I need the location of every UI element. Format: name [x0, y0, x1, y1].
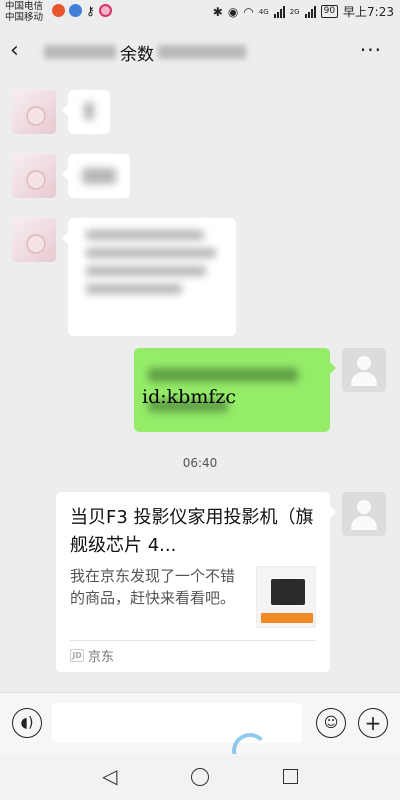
more-options-button[interactable]: ···: [360, 38, 382, 62]
nav-recents-button[interactable]: [283, 769, 298, 784]
jd-logo-icon: JD: [70, 649, 84, 662]
notification-icons: ⚷: [52, 4, 112, 18]
id-overlay-text: id:kbmfzc: [142, 386, 237, 408]
nav-back-button[interactable]: ◁: [102, 764, 117, 788]
message-bubble-blurred[interactable]: [62, 154, 130, 198]
carrier-2: 中国移动: [5, 12, 44, 23]
carrier-info: 中国电信 中国移动: [5, 1, 43, 23]
more-functions-button[interactable]: +: [358, 708, 388, 738]
back-button[interactable]: ‹: [10, 38, 19, 63]
battery-indicator: 90: [320, 5, 339, 18]
blurred-text: [148, 368, 298, 382]
card-description: 我在京东发现了一个不错的商品，赶快来看看吧。: [70, 567, 236, 607]
message-timestamp: 06:40: [182, 456, 218, 470]
nav-home-button[interactable]: [191, 768, 209, 786]
chat-title: 余数: [120, 44, 154, 65]
blurred-text: [86, 266, 206, 276]
card-divider: [70, 640, 316, 641]
chat-title-area: 余数: [44, 40, 246, 65]
blurred-title-part: [158, 45, 246, 59]
voice-button[interactable]: ◖): [12, 708, 42, 738]
voice-icon: ◖): [20, 715, 34, 731]
contact-avatar[interactable]: [12, 154, 56, 198]
blurred-text: [84, 102, 94, 120]
triangle-back-icon: ◁: [102, 764, 118, 788]
chat-header: ‹ 余数 ···: [0, 24, 400, 80]
back-arrow-icon: ‹: [10, 38, 19, 63]
key-icon: ⚷: [86, 4, 95, 18]
emoji-button[interactable]: ☺: [316, 708, 346, 738]
system-nav-bar: ◁: [0, 754, 400, 800]
card-source-label: 京东: [88, 650, 115, 665]
input-bar: ◖) ☺ +: [0, 692, 400, 754]
avatar-body: [351, 372, 377, 386]
bluetooth-icon: ✱: [212, 4, 223, 19]
more-icon: ···: [359, 38, 382, 62]
plus-icon: +: [364, 711, 382, 735]
avatar-head: [357, 500, 371, 514]
projector-image: [271, 579, 305, 605]
card-source: JD 京东: [70, 646, 114, 665]
wifi-icon: ◠: [243, 4, 254, 19]
message-bubble-blurred[interactable]: [62, 90, 110, 134]
network-label-1: 4G: [258, 7, 269, 16]
app-notification-icon: [52, 4, 65, 17]
app-notification-icon: [98, 4, 112, 17]
emoji-icon: ☺: [323, 715, 339, 731]
contact-avatar[interactable]: [12, 218, 56, 262]
message-bubble-blurred[interactable]: [62, 218, 236, 336]
blurred-text: [82, 168, 116, 184]
self-avatar[interactable]: [342, 492, 386, 536]
eye-icon: ◉: [227, 4, 239, 19]
blurred-title-part: [44, 45, 116, 59]
system-status: ✱ ◉ ◠ 4G 2G 90 早上7:23: [213, 3, 394, 20]
card-title: 当贝F3 投影仪家用投影机（旗舰级芯片 4...: [70, 507, 314, 556]
status-time: 早上7:23: [343, 5, 394, 19]
signal-icon: [304, 5, 316, 18]
carrier-1: 中国电信: [5, 1, 44, 12]
promo-strip: [261, 613, 313, 623]
blurred-text: [86, 284, 182, 294]
product-thumbnail: [256, 566, 316, 628]
shared-link-card[interactable]: 当贝F3 投影仪家用投影机（旗舰级芯片 4... 我在京东发现了一个不错的商品，…: [56, 492, 336, 672]
network-label-2: 2G: [289, 7, 300, 16]
blurred-text: [86, 230, 204, 240]
status-bar: 中国电信 中国移动 ⚷ ✱ ◉ ◠ 4G 2G 90 早上7:23: [0, 0, 400, 24]
avatar-body: [351, 516, 377, 530]
blurred-text: [86, 248, 216, 258]
avatar-head: [357, 356, 371, 370]
contact-avatar[interactable]: [12, 90, 56, 134]
chat-area[interactable]: id:kbmfzc 06:40 当贝F3 投影仪家用投影机（旗舰级芯片 4...…: [0, 80, 400, 692]
signal-icon: [273, 5, 285, 18]
self-avatar[interactable]: [342, 348, 386, 392]
app-notification-icon: [69, 4, 82, 17]
